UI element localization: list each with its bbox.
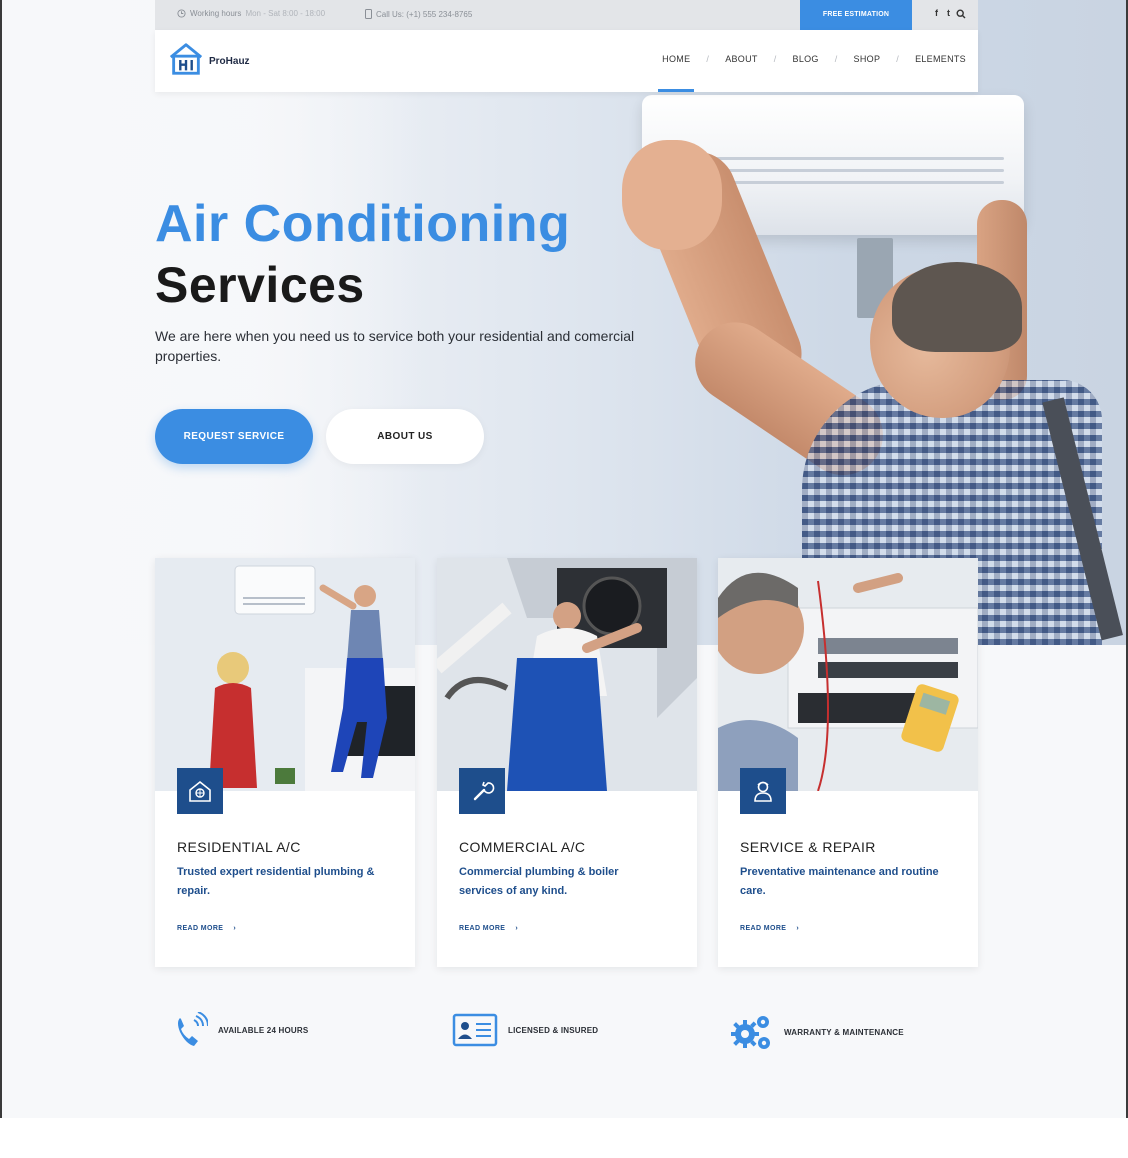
nav-home[interactable]: HOME xyxy=(658,54,695,92)
nav-separator: / xyxy=(896,54,900,64)
nav-elements[interactable]: ELEMENTS xyxy=(913,54,968,64)
nav-separator: / xyxy=(773,54,777,64)
nav-about[interactable]: ABOUT xyxy=(723,54,760,64)
search-icon[interactable] xyxy=(956,9,966,19)
feature-label: AVAILABLE 24 HOURS xyxy=(218,1025,309,1035)
read-more-link[interactable]: READ MORE › xyxy=(459,925,518,932)
technician-hair xyxy=(892,262,1022,352)
arrow-right-icon: › xyxy=(515,925,519,932)
repair-photo xyxy=(718,558,978,791)
nav-separator: / xyxy=(706,54,710,64)
service-description: Trusted expert residential plumbing & re… xyxy=(177,866,375,897)
call-us[interactable]: Call Us: (+1) 555 234-8765 xyxy=(365,9,472,19)
read-more-link[interactable]: READ MORE › xyxy=(740,925,799,932)
technician-hand xyxy=(622,140,722,250)
gears-icon xyxy=(731,1016,770,1049)
read-more-label: READ MORE xyxy=(459,925,506,932)
service-title: COMMERCIAL A/C xyxy=(459,839,586,855)
phone-icon xyxy=(178,1012,208,1046)
logo-text: ProHauz xyxy=(209,55,250,67)
clock-icon xyxy=(177,9,186,18)
commercial-photo xyxy=(437,558,697,791)
nav-shop[interactable]: SHOP xyxy=(852,54,883,64)
read-more-link[interactable]: READ MORE › xyxy=(177,925,236,932)
read-more-label: READ MORE xyxy=(740,925,787,932)
nav-blog[interactable]: BLOG xyxy=(791,54,821,64)
service-title: RESIDENTIAL A/C xyxy=(177,839,301,855)
arrow-right-icon: › xyxy=(233,925,237,932)
free-estimation-button[interactable]: FREE ESTIMATION xyxy=(800,0,912,30)
about-us-button[interactable]: ABOUT US xyxy=(326,409,484,464)
main-nav: HOME / ABOUT / BLOG / SHOP / ELEMENTS xyxy=(658,54,968,92)
service-description: Commercial plumbing & boiler services of… xyxy=(459,866,619,897)
top-bar: Working hours Mon - Sat 8:00 - 18:00 Cal… xyxy=(155,0,978,30)
feature-label: WARRANTY & MAINTENANCE xyxy=(784,1027,904,1037)
working-hours: Working hours Mon - Sat 8:00 - 18:00 xyxy=(177,9,325,18)
nav-separator: / xyxy=(834,54,838,64)
feature-licensed: LICENSED & INSURED xyxy=(452,1012,598,1048)
feature-label: LICENSED & INSURED xyxy=(508,1025,599,1035)
service-title: SERVICE & REPAIR xyxy=(740,839,876,855)
site-header: ProHauz HOME / ABOUT / BLOG / SHOP / ELE… xyxy=(155,30,978,92)
logo[interactable]: ProHauz xyxy=(167,40,250,78)
feature-warranty: WARRANTY & MAINTENANCE xyxy=(730,1012,904,1052)
call-us-text: Call Us: (+1) 555 234-8765 xyxy=(376,9,473,19)
hero-title-line1: Air Conditioning xyxy=(155,195,571,253)
service-description: Preventative maintenance and routine car… xyxy=(740,866,939,897)
mobile-phone-icon xyxy=(365,9,372,19)
feature-available: AVAILABLE 24 HOURS xyxy=(174,1012,308,1048)
working-hours-value: Mon - Sat 8:00 - 18:00 xyxy=(245,9,326,18)
hero-subtitle: We are here when you need us to service … xyxy=(155,328,635,364)
hero-title-line2: Services xyxy=(155,257,365,313)
arrow-right-icon: › xyxy=(796,925,800,932)
request-service-button[interactable]: REQUEST SERVICE xyxy=(155,409,313,464)
page-frame: Working hours Mon - Sat 8:00 - 18:00 Cal… xyxy=(0,0,1128,1118)
read-more-label: READ MORE xyxy=(177,925,224,932)
service-card-repair[interactable]: SERVICE & REPAIR Preventative maintenanc… xyxy=(718,558,978,967)
technician-icon xyxy=(740,768,786,814)
service-card-residential[interactable]: RESIDENTIAL A/C Trusted expert residenti… xyxy=(155,558,415,967)
facebook-icon[interactable]: f xyxy=(935,8,938,18)
service-card-commercial[interactable]: COMMERCIAL A/C Commercial plumbing & boi… xyxy=(437,558,697,967)
residential-photo xyxy=(155,558,415,791)
working-hours-label: Working hours xyxy=(190,9,242,18)
house-logo-icon xyxy=(169,43,203,75)
house-icon xyxy=(177,768,223,814)
id-card-icon xyxy=(452,1013,498,1047)
twitter-icon[interactable]: t xyxy=(947,8,950,18)
wrench-icon xyxy=(459,768,505,814)
